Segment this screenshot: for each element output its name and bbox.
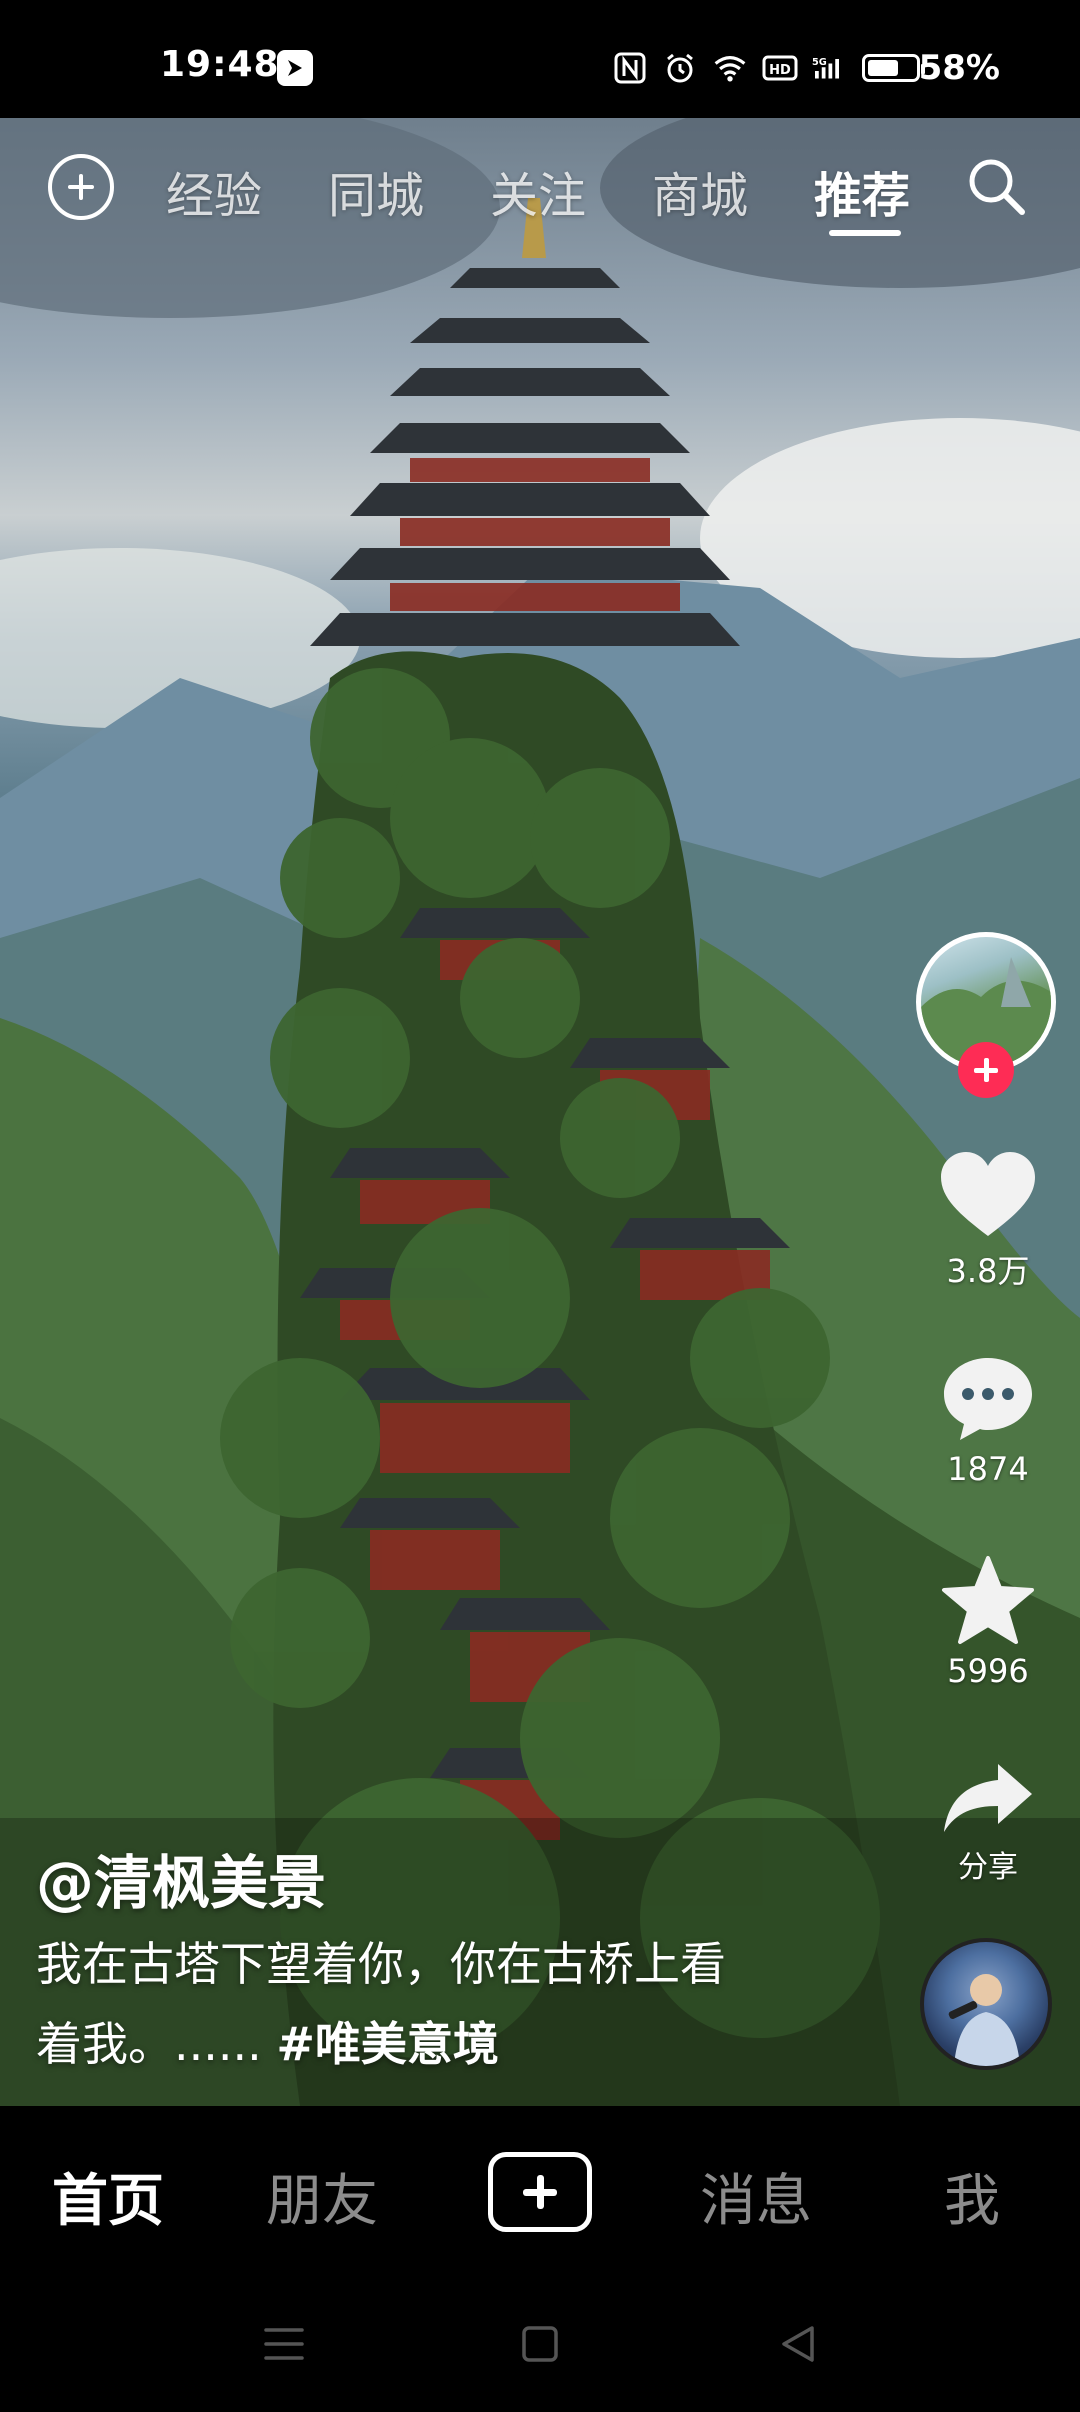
follow-button[interactable] — [958, 1042, 1014, 1098]
author-name[interactable]: @清枫美景 — [36, 1836, 326, 1920]
tab-recommend[interactable]: 推荐 — [814, 156, 910, 226]
post-caption[interactable]: 我在古塔下望着你，你在古桥上看 着我。...... #唯美意境 — [36, 1924, 836, 2084]
5g-signal-icon: 5G — [812, 57, 839, 79]
comment-icon — [944, 1358, 1032, 1440]
share-label: 分享 — [958, 1850, 1018, 1885]
status-icons: HD 5G — [612, 48, 925, 88]
svg-text:5G: 5G — [812, 57, 827, 68]
tab-mall[interactable]: 商城 — [652, 156, 748, 226]
battery-icon — [862, 54, 925, 82]
video-frame-pagoda-mountains — [0, 118, 1080, 2106]
tab-same-city[interactable]: 同城 — [328, 156, 424, 226]
nav-home[interactable]: 首页 — [52, 2156, 164, 2237]
star-icon — [942, 1556, 1034, 1644]
hd-icon: HD — [762, 55, 798, 81]
app-notification-icon — [277, 50, 313, 86]
home-square-icon[interactable] — [520, 2324, 560, 2364]
share-arrow-icon — [944, 1764, 1032, 1832]
nfc-icon — [614, 52, 646, 84]
nav-me[interactable]: 我 — [944, 2156, 1000, 2237]
menu-icon[interactable] — [262, 2324, 306, 2364]
nav-friends[interactable]: 朋友 — [266, 2156, 378, 2237]
wifi-icon — [714, 56, 746, 82]
favorite-count: 5996 — [947, 1652, 1029, 1690]
nav-messages[interactable]: 消息 — [700, 2156, 812, 2237]
search-icon[interactable] — [964, 154, 1028, 218]
share-button[interactable]: 分享 — [932, 1758, 1044, 1886]
create-post-button[interactable] — [488, 2152, 592, 2232]
active-tab-indicator — [829, 230, 901, 236]
bottom-nav: 首页 朋友 消息 我 — [0, 2106, 1080, 2282]
caption-text-end: 着我。...... — [36, 2017, 262, 2071]
tab-experience[interactable]: 经验 — [166, 156, 262, 226]
status-time: 19:48 — [160, 44, 280, 85]
like-count: 3.8万 — [946, 1252, 1030, 1290]
battery-percent: 58% — [918, 48, 1000, 88]
alarm-icon — [667, 53, 693, 83]
back-triangle-icon[interactable] — [778, 2324, 818, 2364]
svg-text:HD: HD — [769, 63, 791, 78]
music-disc[interactable] — [920, 1938, 1052, 2070]
heart-icon — [941, 1152, 1035, 1236]
comment-button[interactable]: 1874 — [932, 1354, 1044, 1488]
top-nav: 经验 同城 关注 商城 推荐 — [0, 118, 1080, 258]
comment-count: 1874 — [947, 1450, 1029, 1488]
like-button[interactable]: 3.8万 — [932, 1150, 1044, 1292]
favorite-button[interactable]: 5996 — [932, 1554, 1044, 1690]
status-bar: 19:48 HD 5G 58% — [0, 0, 1080, 118]
tab-following[interactable]: 关注 — [490, 156, 586, 226]
video-player[interactable] — [0, 118, 1080, 2106]
caption-line-1: 我在古塔下望着你，你在古桥上看 — [36, 1937, 726, 1991]
hashtag-link[interactable]: #唯美意境 — [276, 2017, 499, 2071]
caption-line-2: 着我。...... #唯美意境 — [36, 2004, 836, 2084]
system-nav-bar — [0, 2282, 1080, 2412]
add-icon[interactable] — [48, 154, 114, 220]
